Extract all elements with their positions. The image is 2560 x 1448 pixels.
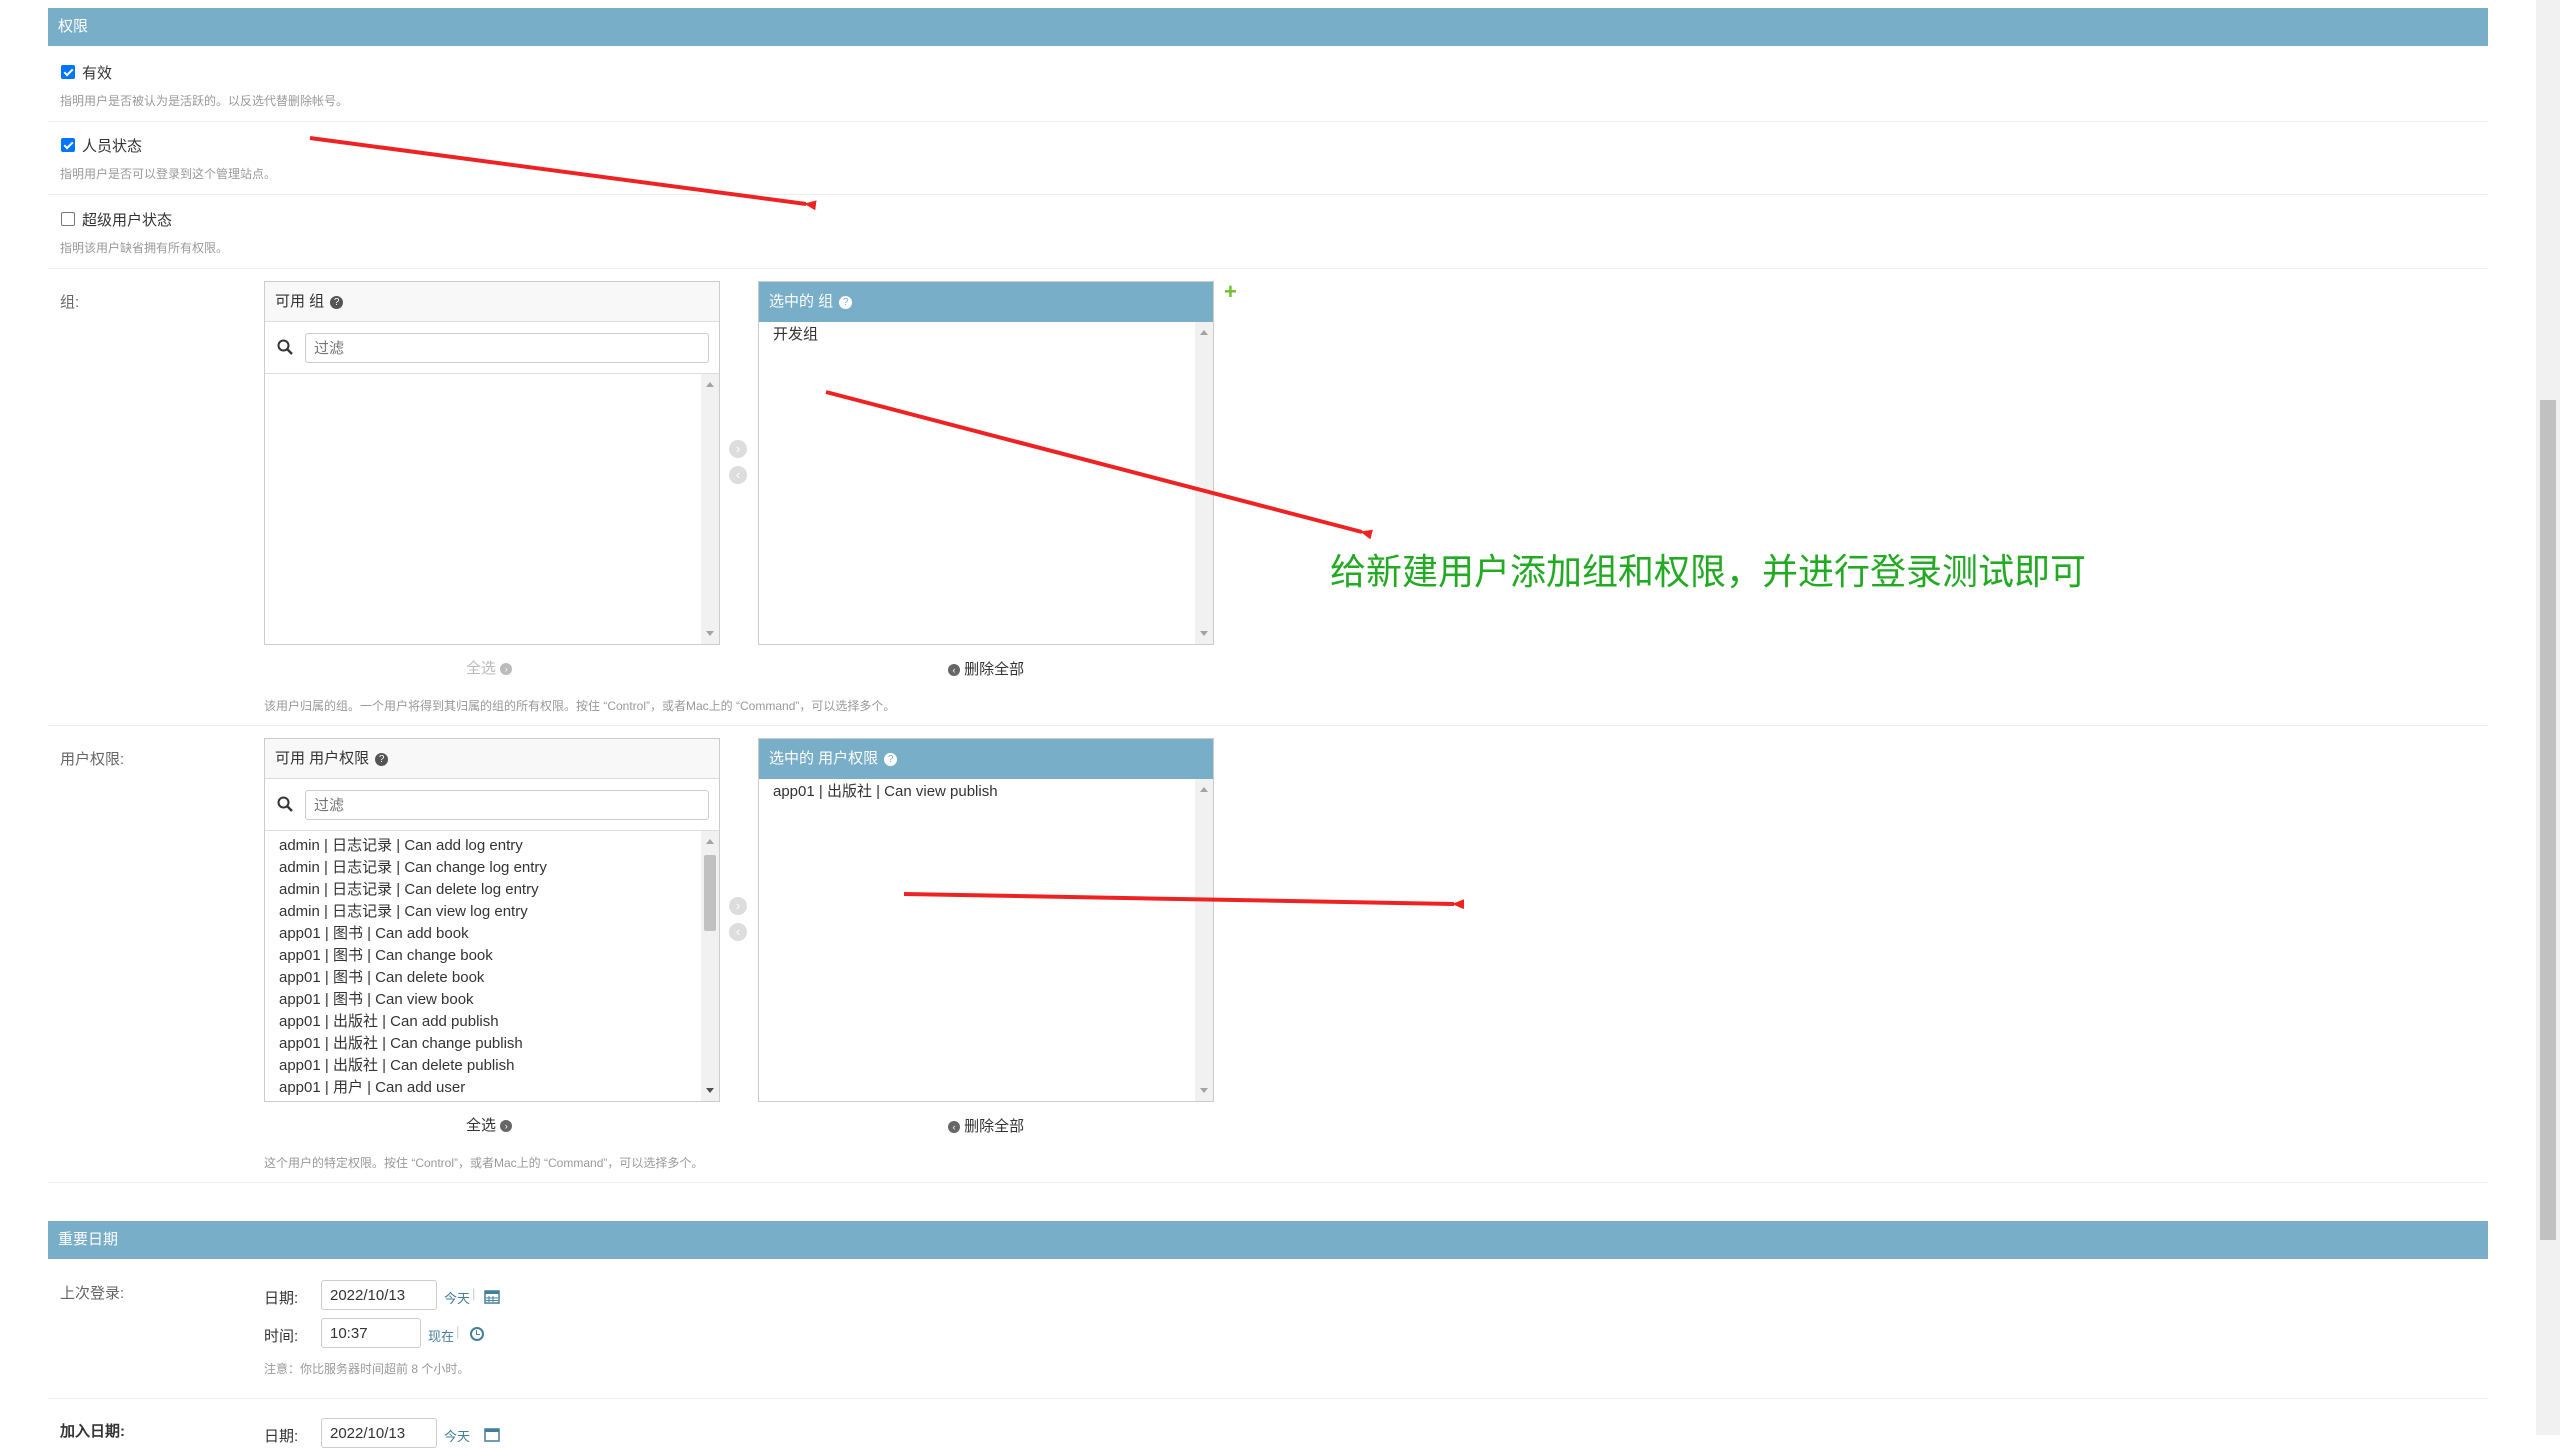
date-label: 日期:	[264, 1290, 299, 1307]
annotation-arrow	[825, 390, 1373, 540]
link-separator: |	[472, 1286, 476, 1301]
annotation-arrow	[903, 892, 1465, 910]
important-dates-header: 重要日期	[48, 1221, 2488, 1259]
divider	[48, 1398, 2488, 1399]
date-label: 日期:	[264, 1428, 299, 1445]
annotation-arrow	[309, 136, 817, 211]
today-link[interactable]: 今天	[444, 1288, 470, 1307]
date-joined-date-input[interactable]	[321, 1418, 437, 1448]
link-separator: |	[456, 1324, 460, 1339]
clock-icon[interactable]	[470, 1327, 484, 1341]
today-link[interactable]: 今天	[444, 1426, 470, 1445]
page-scroll-thumb[interactable]	[2540, 400, 2556, 1240]
timezone-note: 注意：你比服务器时间超前 8 个小时。	[264, 1362, 470, 1376]
calendar-icon[interactable]	[484, 1288, 500, 1304]
last-login-date-input[interactable]	[321, 1280, 437, 1310]
calendar-icon[interactable]	[484, 1426, 500, 1442]
date-joined-label: 加入日期:	[60, 1423, 125, 1440]
annotation-text: 给新建用户添加组和权限，并进行登录测试即可	[1330, 551, 2087, 592]
page-scrollbar[interactable]	[2536, 0, 2560, 1435]
now-link[interactable]: 现在	[428, 1326, 454, 1345]
time-label: 时间:	[264, 1328, 299, 1345]
annotation-arrows	[309, 136, 1465, 910]
last-login-time-input[interactable]	[321, 1318, 421, 1348]
last-login-label: 上次登录:	[60, 1285, 125, 1302]
